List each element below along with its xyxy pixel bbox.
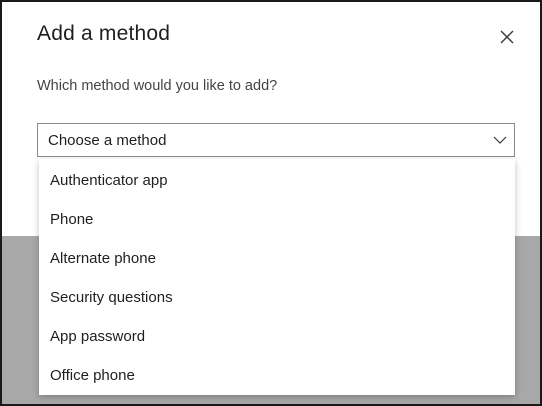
menu-item-phone[interactable]: Phone xyxy=(39,200,515,239)
menu-item-office-phone[interactable]: Office phone xyxy=(39,356,515,395)
chevron-down-icon xyxy=(493,136,507,144)
menu-item-authenticator-app[interactable]: Authenticator app xyxy=(39,161,515,200)
screenshot-frame: Add a method Which method would you like… xyxy=(0,0,542,406)
method-dropdown-menu: Authenticator app Phone Alternate phone … xyxy=(39,159,515,395)
menu-item-alternate-phone[interactable]: Alternate phone xyxy=(39,239,515,278)
method-select[interactable]: Choose a method xyxy=(37,123,515,157)
menu-item-app-password[interactable]: App password xyxy=(39,317,515,356)
dialog-prompt: Which method would you like to add? xyxy=(37,78,278,94)
menu-item-security-questions[interactable]: Security questions xyxy=(39,278,515,317)
dialog-title: Add a method xyxy=(37,22,171,45)
close-icon xyxy=(500,30,514,44)
method-select-value: Choose a method xyxy=(48,132,167,149)
close-button[interactable] xyxy=(496,26,518,48)
